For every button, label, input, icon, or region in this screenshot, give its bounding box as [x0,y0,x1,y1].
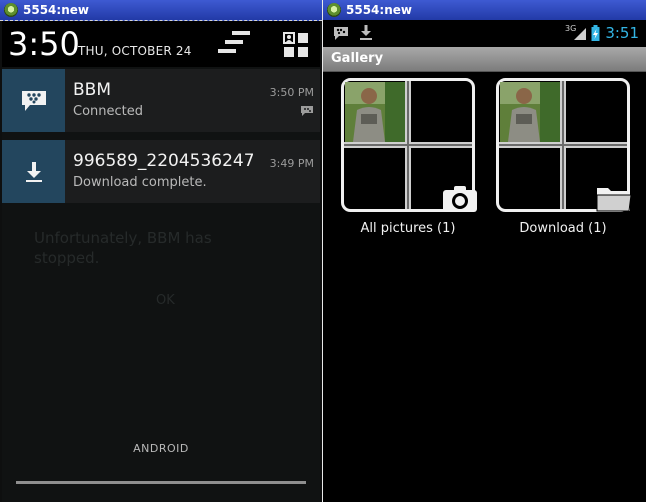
carrier-label: ANDROID [133,442,189,455]
notification-title: BBM [73,80,111,100]
window-titlebar[interactable]: 5554:new [0,0,322,21]
quick-settings-icon [283,32,308,57]
status-clock: 3:51 [605,24,639,42]
notification-time: 3:49 PM [269,157,314,170]
background-dialog-message: Unfortunately, BBM has stopped. [34,229,212,267]
blackberry-messenger-icon [21,90,46,111]
camera-icon [443,186,477,212]
photo-thumbnail [345,82,406,142]
album-label[interactable]: Download (1) [488,221,638,236]
shade-header: 3:50 THU, OCTOBER 24 [2,21,320,67]
album-label[interactable]: All pictures (1) [333,221,483,236]
notification-text: Download complete. [73,175,207,190]
shade-clock: 3:50 [8,25,80,63]
album-all-pictures[interactable] [341,78,477,212]
emulator-app-icon [4,3,18,17]
clear-all-icon [232,31,250,35]
notification-download[interactable]: 996589_220453624773 Download complete. 3… [2,140,320,203]
status-bar[interactable]: 3G 3:51 [323,21,646,47]
signal-strength-icon [574,28,586,40]
background-dialog-ok: OK [156,293,175,308]
notification-text: Connected [73,104,144,119]
shade-drag-handle[interactable] [16,481,306,484]
download-icon [25,161,42,182]
window-title: 5554:new [23,3,89,17]
app-title: Gallery [331,51,384,66]
folder-icon [596,188,632,212]
notification-icon [2,140,65,203]
clear-all-icon-bar [218,49,236,53]
chat-status-icon [334,27,348,40]
album-download[interactable] [496,78,632,212]
notification-icon [2,69,65,132]
emulator-window-notifications: 5554:new 3:50 THU, OCTOBER 24 BBM Connec… [0,0,322,502]
clear-notifications-button[interactable] [218,31,250,59]
shade-date: THU, OCTOBER 24 [78,44,192,58]
action-bar: Gallery [323,47,646,72]
window-title: 5554:new [346,3,412,17]
chat-small-icon [301,106,313,116]
emulator-app-icon [327,3,341,17]
notification-shade: 3:50 THU, OCTOBER 24 BBM Connected 3:50 … [2,21,320,502]
download-status-icon [360,25,372,40]
emulator-window-gallery: 5554:new 3G 3:51 Gallery All pictures (1… [323,0,646,502]
notification-bbm[interactable]: BBM Connected 3:50 PM [2,69,320,132]
notification-title: 996589_220453624773 [73,151,253,171]
clear-all-icon-bar [225,40,243,44]
battery-charging-icon [591,25,600,41]
quick-settings-button[interactable] [282,31,310,59]
window-titlebar[interactable]: 5554:new [323,0,646,20]
notification-time: 3:50 PM [269,86,314,99]
photo-thumbnail [500,82,561,142]
